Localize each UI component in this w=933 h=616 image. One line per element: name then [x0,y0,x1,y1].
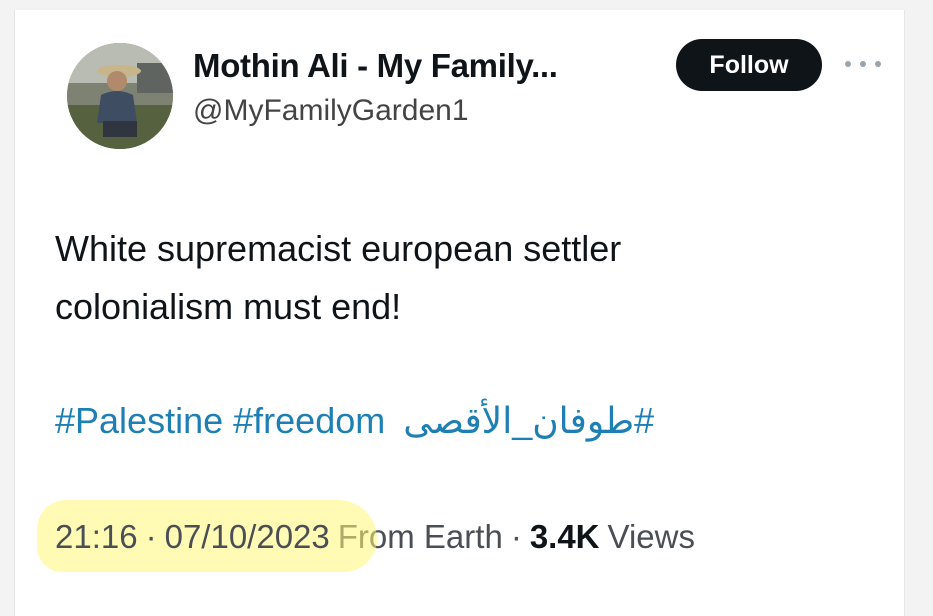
views-label: Views [607,518,695,555]
tweet-card: Mothin Ali - My Family... @MyFamilyGarde… [14,10,905,616]
avatar[interactable] [67,43,173,149]
tweet-time: 21:16 [55,518,138,555]
tweet-date: 07/10/2023 [164,518,330,555]
hashtag-al-aqsa-flood[interactable]: #طوفان_الأقصى [403,400,654,442]
follow-button[interactable]: Follow [676,39,822,91]
hashtag-freedom[interactable]: #freedom [233,400,385,441]
tweet-text-line: colonialism must end! [55,286,402,327]
separator-dot: · [145,518,157,555]
tweet-meta: 21:16 · 07/10/2023 From Earth · 3.4K Views [37,500,695,572]
timestamp[interactable]: 21:16 · 07/10/2023 [37,500,377,572]
views-count[interactable]: 3.4K [530,518,600,556]
user-handle[interactable]: @MyFamilyGarden1 [193,94,469,128]
display-name[interactable]: Mothin Ali - My Family... [193,47,558,85]
avatar-photo [67,43,173,149]
more-horizontal-icon[interactable] [845,54,881,74]
tweet-text-line: White supremacist european settler [55,228,622,269]
tweet-text: White supremacist european settler colon… [55,220,875,336]
separator-dot: · [510,518,522,555]
hashtag-palestine[interactable]: #Palestine [55,400,223,441]
hashtag-row: #Palestine #freedom #طوفان_الأقصى [55,400,654,442]
